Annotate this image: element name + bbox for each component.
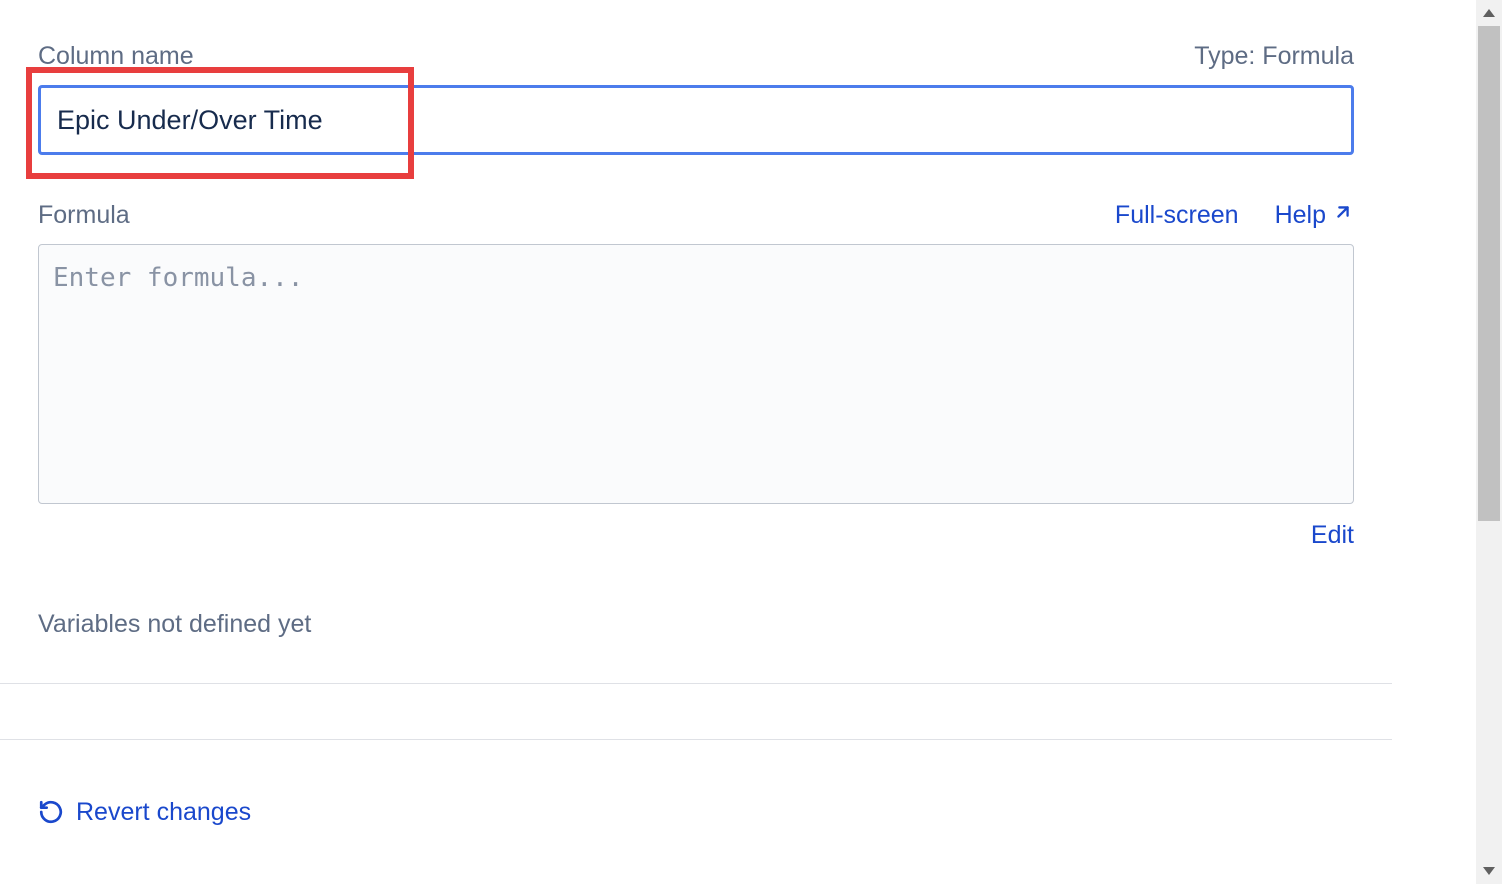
- content-area: Column name Type: Formula Formula Full-s…: [0, 0, 1392, 639]
- undo-icon: [38, 799, 64, 825]
- formula-header-row: Formula Full-screen Help: [38, 201, 1354, 230]
- formula-label: Formula: [38, 201, 130, 230]
- formula-textarea[interactable]: [38, 244, 1354, 504]
- scrollbar-arrow-down[interactable]: [1476, 858, 1502, 884]
- column-name-label: Column name: [38, 42, 194, 71]
- edit-link[interactable]: Edit: [1311, 521, 1354, 550]
- help-link[interactable]: Help: [1275, 201, 1354, 230]
- fullscreen-link[interactable]: Full-screen: [1115, 201, 1239, 230]
- help-link-text: Help: [1275, 201, 1326, 230]
- edit-link-row: Edit: [38, 521, 1354, 550]
- external-link-icon: [1332, 201, 1354, 230]
- chevron-down-icon: [1483, 867, 1495, 875]
- revert-changes-label: Revert changes: [76, 798, 251, 827]
- column-name-input[interactable]: [38, 85, 1354, 155]
- scrollbar-arrow-up[interactable]: [1476, 0, 1502, 26]
- revert-changes-link[interactable]: Revert changes: [38, 798, 251, 827]
- header-row: Column name Type: Formula: [38, 42, 1354, 71]
- variables-not-defined-text: Variables not defined yet: [38, 610, 1354, 639]
- scrollbar-track[interactable]: [1476, 0, 1502, 884]
- formula-links: Full-screen Help: [1115, 201, 1354, 230]
- scrollbar-thumb[interactable]: [1478, 26, 1500, 521]
- formula-editor-panel: Column name Type: Formula Formula Full-s…: [0, 0, 1392, 884]
- divider-line: [0, 683, 1392, 684]
- bottom-bar: Revert changes: [0, 739, 1392, 884]
- chevron-up-icon: [1483, 9, 1495, 17]
- type-formula-label: Type: Formula: [1194, 42, 1354, 71]
